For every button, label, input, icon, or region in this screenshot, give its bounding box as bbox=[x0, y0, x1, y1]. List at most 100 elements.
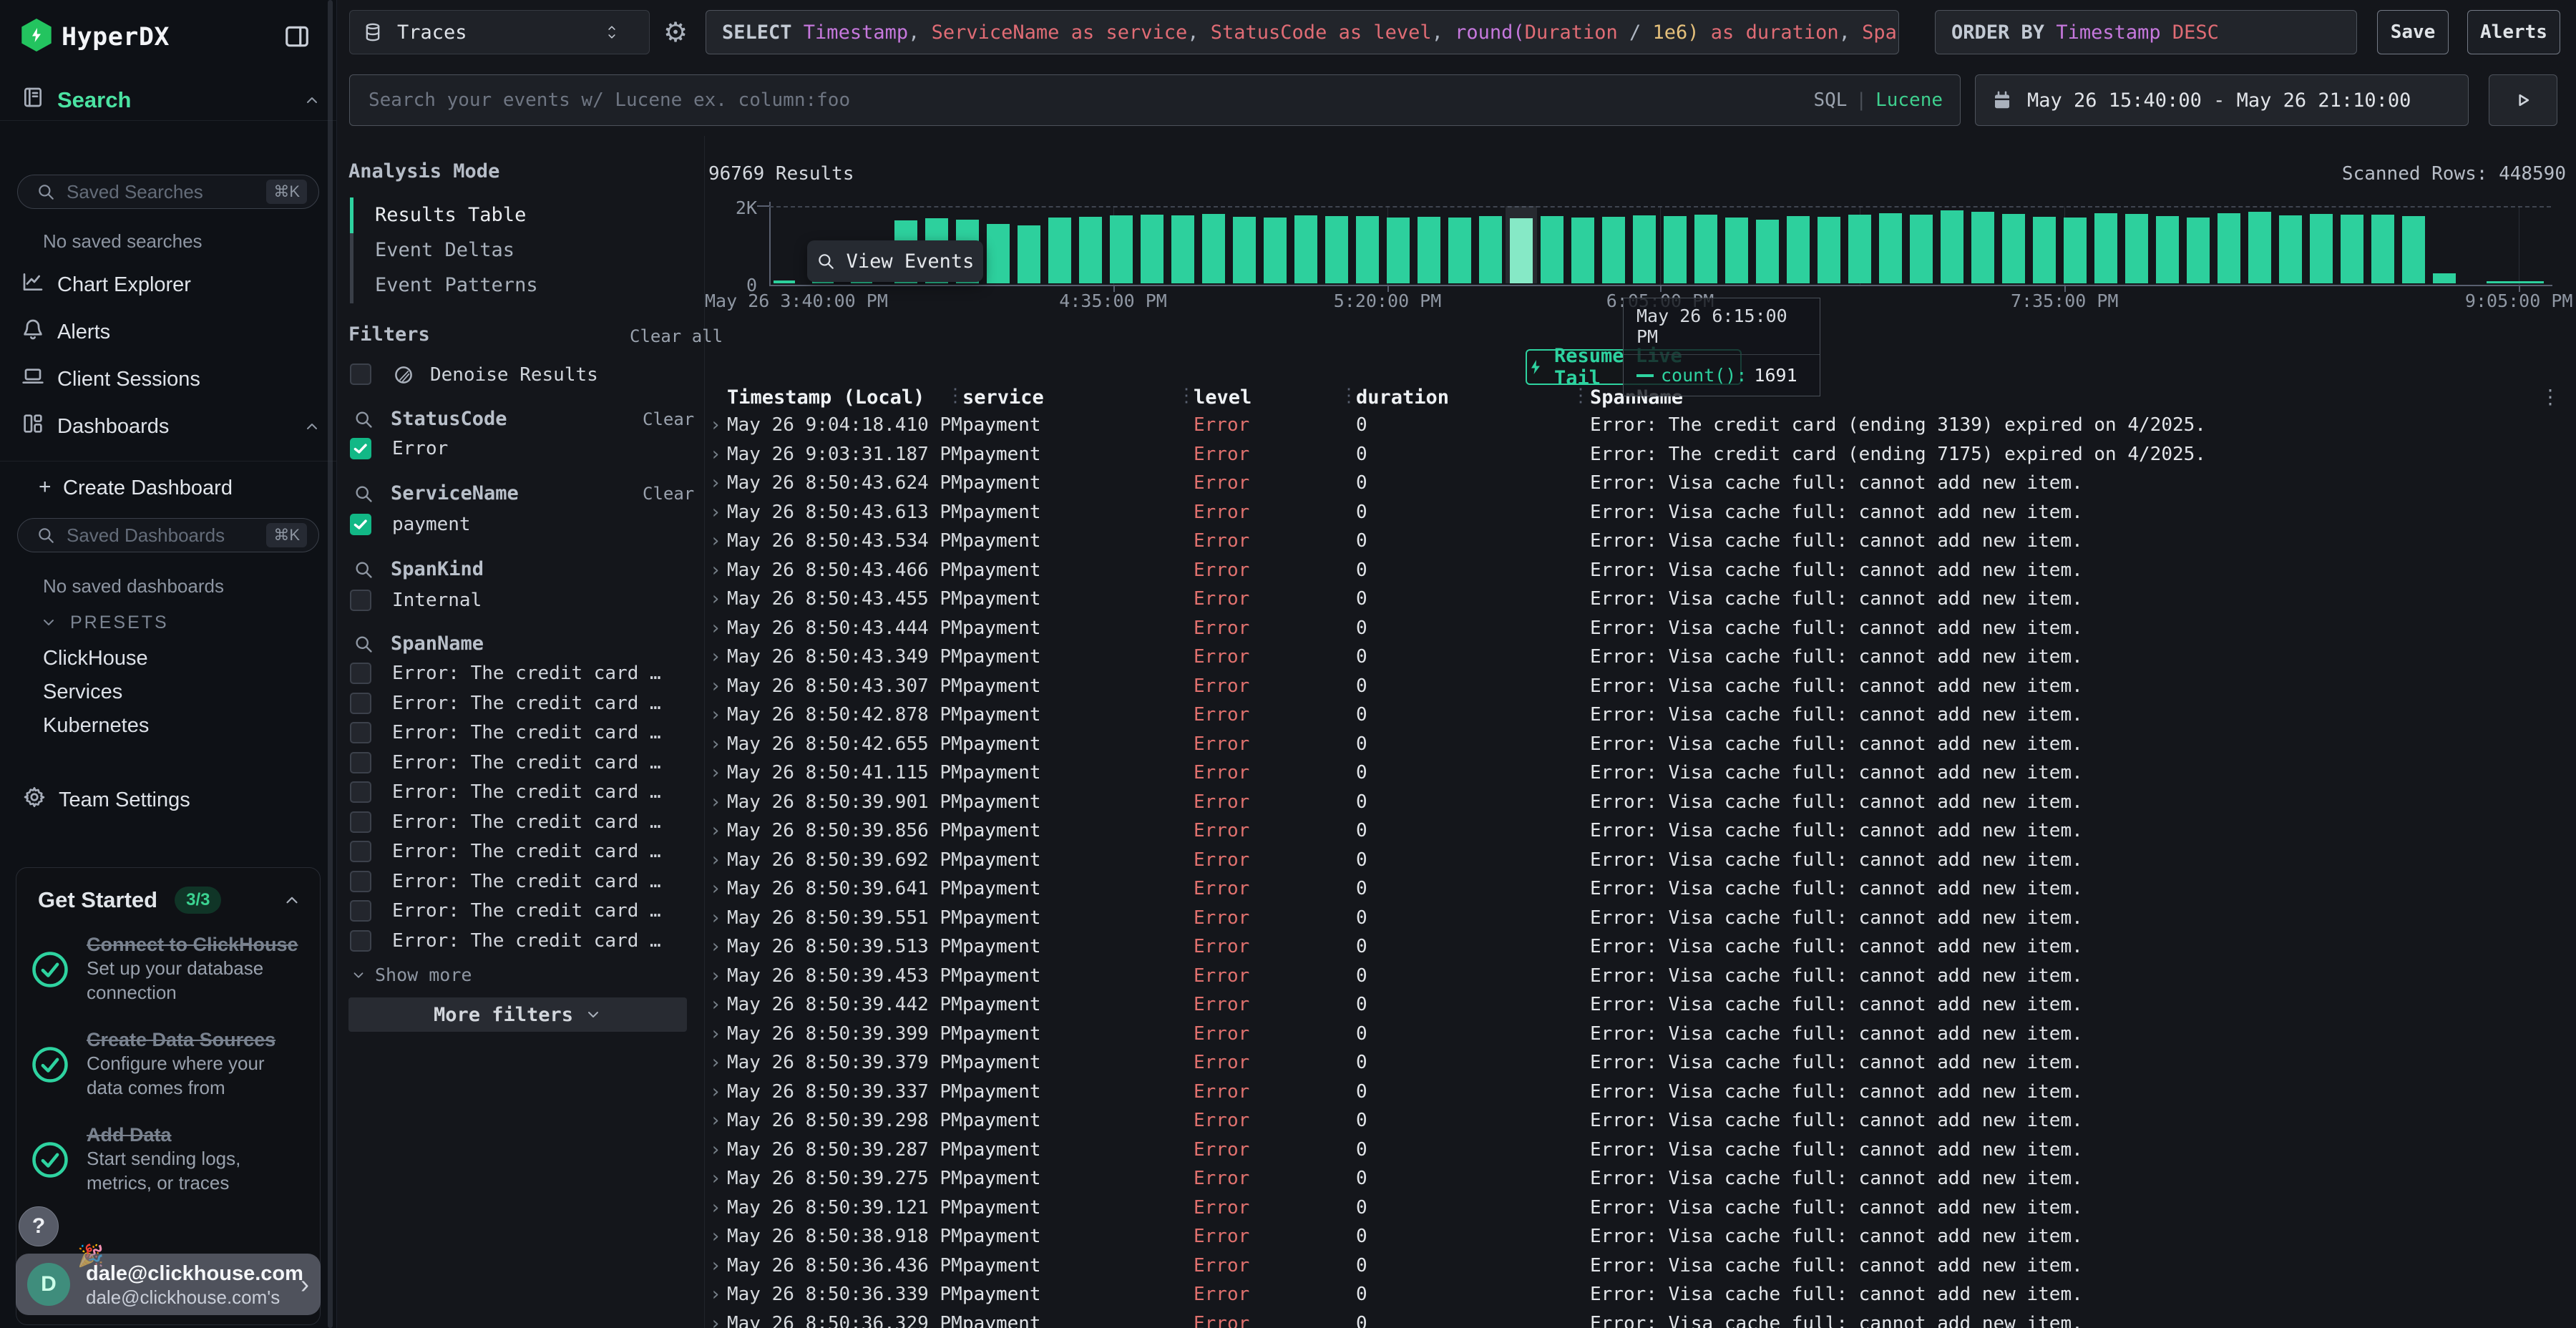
table-row[interactable]: ›May 26 8:50:42.655 PMpaymentError0Error… bbox=[705, 730, 2576, 759]
histogram-bar[interactable] bbox=[1725, 218, 1748, 283]
histogram-bar[interactable] bbox=[1079, 217, 1102, 283]
histogram-bar[interactable] bbox=[1633, 215, 1656, 283]
source-settings-gear-icon[interactable]: ⚙ bbox=[661, 19, 690, 47]
filter-option-label[interactable]: Error: The credit card … bbox=[392, 752, 661, 773]
get-started-task[interactable]: Add DataStart sending logs, metrics, or … bbox=[31, 1124, 303, 1195]
checkbox[interactable] bbox=[350, 811, 371, 833]
histogram-bar[interactable] bbox=[1756, 220, 1779, 283]
column-header-level[interactable]: level bbox=[1194, 386, 1252, 409]
run-query-button[interactable] bbox=[2489, 74, 2557, 126]
histogram-bar[interactable] bbox=[2279, 215, 2302, 283]
toggle-lucene[interactable]: Lucene bbox=[1875, 89, 1943, 111]
histogram-bar[interactable] bbox=[1479, 216, 1502, 283]
row-expand-chevron-icon[interactable]: › bbox=[710, 469, 721, 498]
histogram-bar[interactable] bbox=[1171, 215, 1194, 283]
sidebar-item-dashboards[interactable]: Dashboards bbox=[57, 415, 169, 439]
filter-option-label[interactable]: Error: The credit card … bbox=[392, 900, 661, 922]
table-options-kebab-icon[interactable]: ⋮ bbox=[2540, 385, 2560, 409]
table-row[interactable]: ›May 26 8:50:39.692 PMpaymentError0Error… bbox=[705, 846, 2576, 875]
clear-filter-link[interactable]: Clear bbox=[643, 484, 694, 504]
histogram-bar[interactable] bbox=[1787, 216, 1810, 283]
checkbox[interactable] bbox=[350, 841, 371, 862]
mode-event-patterns[interactable]: Event Patterns bbox=[375, 268, 538, 303]
histogram-bar[interactable] bbox=[1048, 218, 1071, 283]
filter-option-label[interactable]: Error: The credit card … bbox=[392, 663, 661, 684]
filter-option-label[interactable]: Error: The credit card … bbox=[392, 693, 661, 714]
histogram-bar[interactable] bbox=[1264, 218, 1287, 283]
filter-option-label[interactable]: Error: The credit card … bbox=[392, 841, 661, 862]
histogram-bar[interactable] bbox=[1018, 225, 1040, 283]
histogram-bar[interactable] bbox=[1541, 216, 1563, 284]
histogram-bar[interactable] bbox=[1664, 216, 1687, 283]
table-row[interactable]: ›May 26 8:50:39.442 PMpaymentError0Error… bbox=[705, 990, 2576, 1020]
table-row[interactable]: ›May 26 8:50:39.379 PMpaymentError0Error… bbox=[705, 1048, 2576, 1078]
chevron-up-icon[interactable] bbox=[303, 418, 321, 435]
histogram-bar[interactable] bbox=[2156, 216, 2179, 283]
histogram-bar[interactable] bbox=[2433, 273, 2456, 283]
histogram-bar[interactable] bbox=[2371, 215, 2394, 283]
column-header-service[interactable]: service bbox=[962, 386, 1044, 409]
row-expand-chevron-icon[interactable]: › bbox=[710, 758, 721, 788]
row-expand-chevron-icon[interactable]: › bbox=[710, 1078, 721, 1107]
table-row[interactable]: ›May 26 8:50:38.918 PMpaymentError0Error… bbox=[705, 1222, 2576, 1251]
checkbox[interactable] bbox=[350, 871, 371, 892]
table-row[interactable]: ›May 26 8:50:39.513 PMpaymentError0Error… bbox=[705, 932, 2576, 962]
table-row[interactable]: ›May 26 8:50:39.399 PMpaymentError0Error… bbox=[705, 1020, 2576, 1049]
create-dashboard-button[interactable]: Create Dashboard bbox=[63, 477, 233, 500]
table-row[interactable]: ›May 26 8:50:43.444 PMpaymentError0Error… bbox=[705, 614, 2576, 643]
saved-dashboards-field[interactable] bbox=[65, 524, 266, 547]
toggle-sql[interactable]: SQL bbox=[1813, 89, 1847, 111]
row-expand-chevron-icon[interactable]: › bbox=[710, 1251, 721, 1281]
table-row[interactable]: ›May 26 8:50:36.339 PMpaymentError0Error… bbox=[705, 1280, 2576, 1309]
table-row[interactable]: ›May 26 8:50:39.337 PMpaymentError0Error… bbox=[705, 1078, 2576, 1107]
histogram-bar[interactable] bbox=[1418, 217, 1440, 283]
table-row[interactable]: ›May 26 8:50:43.349 PMpaymentError0Error… bbox=[705, 643, 2576, 672]
table-row[interactable]: ›May 26 9:03:31.187 PMpaymentError0Error… bbox=[705, 440, 2576, 469]
column-header-timestamp-local-[interactable]: Timestamp (Local) bbox=[727, 386, 924, 409]
table-row[interactable]: ›May 26 8:50:43.613 PMpaymentError0Error… bbox=[705, 498, 2576, 527]
row-expand-chevron-icon[interactable]: › bbox=[710, 788, 721, 817]
histogram-bar[interactable] bbox=[2310, 214, 2333, 283]
presets-label[interactable]: PRESETS bbox=[70, 612, 169, 633]
saved-searches-input[interactable]: ⌘K bbox=[17, 175, 319, 209]
histogram-bar[interactable] bbox=[1294, 215, 1317, 283]
mode-event-deltas[interactable]: Event Deltas bbox=[375, 233, 514, 268]
filter-option-label[interactable]: Error: The credit card … bbox=[392, 930, 661, 952]
checkbox[interactable] bbox=[350, 438, 371, 459]
row-expand-chevron-icon[interactable]: › bbox=[710, 1136, 721, 1165]
histogram-bar[interactable] bbox=[2033, 217, 2056, 283]
histogram-bar[interactable] bbox=[2341, 215, 2363, 283]
histogram-bar[interactable] bbox=[2248, 212, 2271, 283]
user-menu[interactable]: D dale@clickhouse.com dale@clickhouse.co… bbox=[16, 1254, 321, 1315]
table-row[interactable]: ›May 26 8:50:43.455 PMpaymentError0Error… bbox=[705, 585, 2576, 614]
row-expand-chevron-icon[interactable]: › bbox=[710, 1164, 721, 1193]
histogram-bar[interactable] bbox=[2094, 213, 2117, 283]
histogram-bar[interactable] bbox=[2002, 214, 2025, 283]
histogram-bar[interactable] bbox=[1571, 218, 1594, 283]
saved-searches-field[interactable] bbox=[65, 180, 266, 204]
row-expand-chevron-icon[interactable]: › bbox=[710, 962, 721, 991]
row-expand-chevron-icon[interactable]: › bbox=[710, 411, 721, 440]
histogram-bar[interactable] bbox=[2218, 213, 2240, 283]
histogram-bar[interactable] bbox=[1602, 217, 1625, 283]
table-row[interactable]: ›May 26 8:50:39.901 PMpaymentError0Error… bbox=[705, 788, 2576, 817]
get-started-task[interactable]: Create Data SourcesConfigure where your … bbox=[31, 1029, 303, 1100]
sql-select-input[interactable]: SELECT Timestamp, ServiceName as service… bbox=[706, 10, 1899, 54]
table-row[interactable]: ›May 26 8:50:43.466 PMpaymentError0Error… bbox=[705, 556, 2576, 585]
checkbox[interactable] bbox=[350, 693, 371, 714]
events-histogram[interactable] bbox=[769, 206, 2551, 285]
row-expand-chevron-icon[interactable]: › bbox=[710, 1309, 721, 1328]
histogram-bar[interactable] bbox=[1848, 215, 1871, 283]
sidebar-item-chart-explorer[interactable]: Chart Explorer bbox=[57, 273, 191, 297]
table-row[interactable]: ›May 26 8:50:39.551 PMpaymentError0Error… bbox=[705, 904, 2576, 933]
mode-results-table[interactable]: Results Table bbox=[375, 197, 526, 233]
get-started-task[interactable]: Connect to ClickHouseSet up your databas… bbox=[31, 934, 303, 1005]
row-expand-chevron-icon[interactable]: › bbox=[710, 874, 721, 904]
alerts-button[interactable]: Alerts bbox=[2467, 10, 2560, 54]
checkbox[interactable] bbox=[350, 663, 371, 684]
table-row[interactable]: ›May 26 8:50:43.307 PMpaymentError0Error… bbox=[705, 672, 2576, 701]
chevron-up-icon[interactable] bbox=[283, 891, 301, 909]
sidebar-preset-kubernetes[interactable]: Kubernetes bbox=[43, 714, 149, 738]
row-expand-chevron-icon[interactable]: › bbox=[710, 1106, 721, 1136]
show-more-link[interactable]: Show more bbox=[351, 965, 472, 985]
